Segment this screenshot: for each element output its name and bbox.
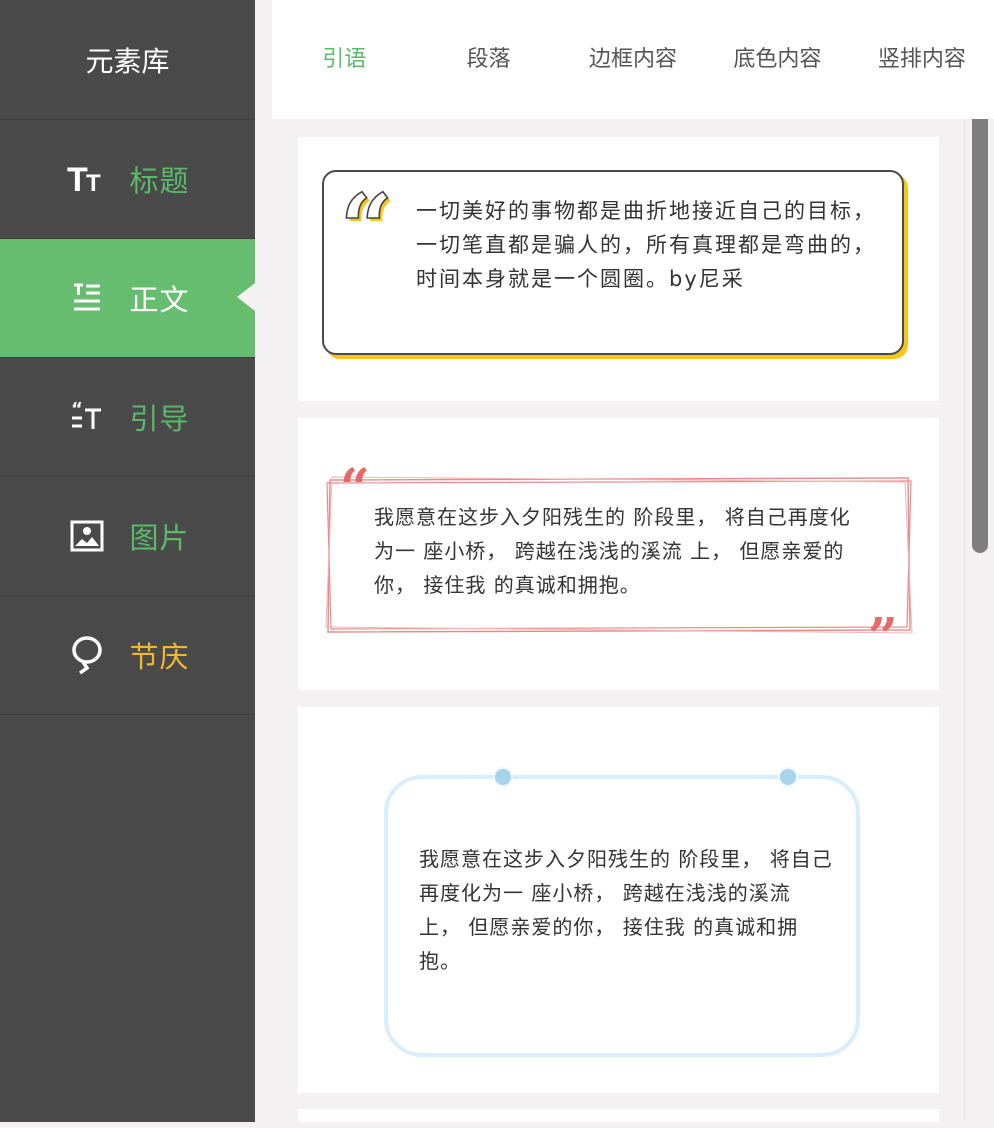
festival-icon: [65, 633, 109, 677]
text-body-icon: [65, 276, 109, 320]
svg-text:T: T: [67, 161, 88, 199]
sidebar-item-heading[interactable]: T T 标题: [0, 120, 255, 239]
sidebar-item-label: 引导: [129, 402, 190, 436]
sidebar-title: 元素库: [0, 0, 255, 120]
tab-paragraph[interactable]: 段落: [416, 0, 560, 119]
scrollbar-thumb[interactable]: [972, 119, 988, 553]
tab-background-content[interactable]: 底色内容: [705, 0, 849, 119]
quote-card-yellow[interactable]: “ “ 一切美好的事物都是曲折地接近自己的目标，一切笔直都是骗人的，所有真理都是…: [298, 137, 939, 401]
tab-vertical-content[interactable]: 竖排内容: [850, 0, 994, 119]
sidebar-item-image[interactable]: 图片: [0, 477, 255, 596]
sidebar-item-festival[interactable]: 节庆: [0, 596, 255, 715]
sidebar-item-label: 标题: [129, 164, 190, 198]
tab-bar: 引语 段落 边框内容 底色内容 竖排内容: [272, 0, 994, 119]
svg-text:T: T: [86, 170, 101, 197]
tab-border-content[interactable]: 边框内容: [561, 0, 705, 119]
frame-dot: [778, 767, 798, 787]
image-icon: [65, 514, 109, 558]
next-card-partial[interactable]: [298, 1109, 939, 1122]
svg-text:“: “: [340, 189, 393, 241]
sidebar-item-label: 图片: [129, 521, 190, 555]
sidebar-item-label: 节庆: [129, 640, 190, 674]
quote-text: 一切美好的事物都是曲折地接近自己的目标，一切笔直都是骗人的，所有真理都是弯曲的，…: [416, 199, 876, 291]
frame-dot: [493, 767, 513, 787]
sidebar-item-guide[interactable]: “ 引导: [0, 358, 255, 477]
guide-icon: “: [65, 395, 109, 439]
svg-text:”: ”: [868, 617, 898, 639]
element-list: “ “ 一切美好的事物都是曲折地接近自己的目标，一切笔直都是骗人的，所有真理都是…: [272, 119, 994, 1122]
svg-text:“: “: [340, 466, 370, 488]
sidebar-item-label: 正文: [129, 283, 190, 317]
quote-text: 我愿意在这步入夕阳残生的 阶段里， 将自己再度化为一 座小桥， 跨越在浅浅的溪流…: [374, 505, 851, 597]
quote-card-red[interactable]: “ ” 我愿意在这步入夕阳残生的 阶段里， 将自己再度化为一 座小桥， 跨越在浅…: [298, 418, 939, 690]
open-quote-icon: “ “: [339, 173, 400, 285]
sidebar: 元素库 T T 标题 正文 “ 引导 图片 节庆: [0, 0, 255, 1122]
quote-card-blue[interactable]: 我愿意在这步入夕阳残生的 阶段里， 将自己再度化为一 座小桥， 跨越在浅浅的溪流…: [298, 707, 939, 1093]
quote-text: 我愿意在这步入夕阳残生的 阶段里， 将自己再度化为一 座小桥， 跨越在浅浅的溪流…: [419, 847, 833, 973]
tab-quote[interactable]: 引语: [272, 0, 416, 119]
heading-icon: T T: [65, 157, 109, 201]
active-indicator-arrow: [237, 283, 255, 311]
close-quote-icon: ”: [868, 607, 902, 668]
sidebar-item-body-text[interactable]: 正文: [0, 239, 255, 358]
open-quote-icon: “: [340, 458, 374, 519]
